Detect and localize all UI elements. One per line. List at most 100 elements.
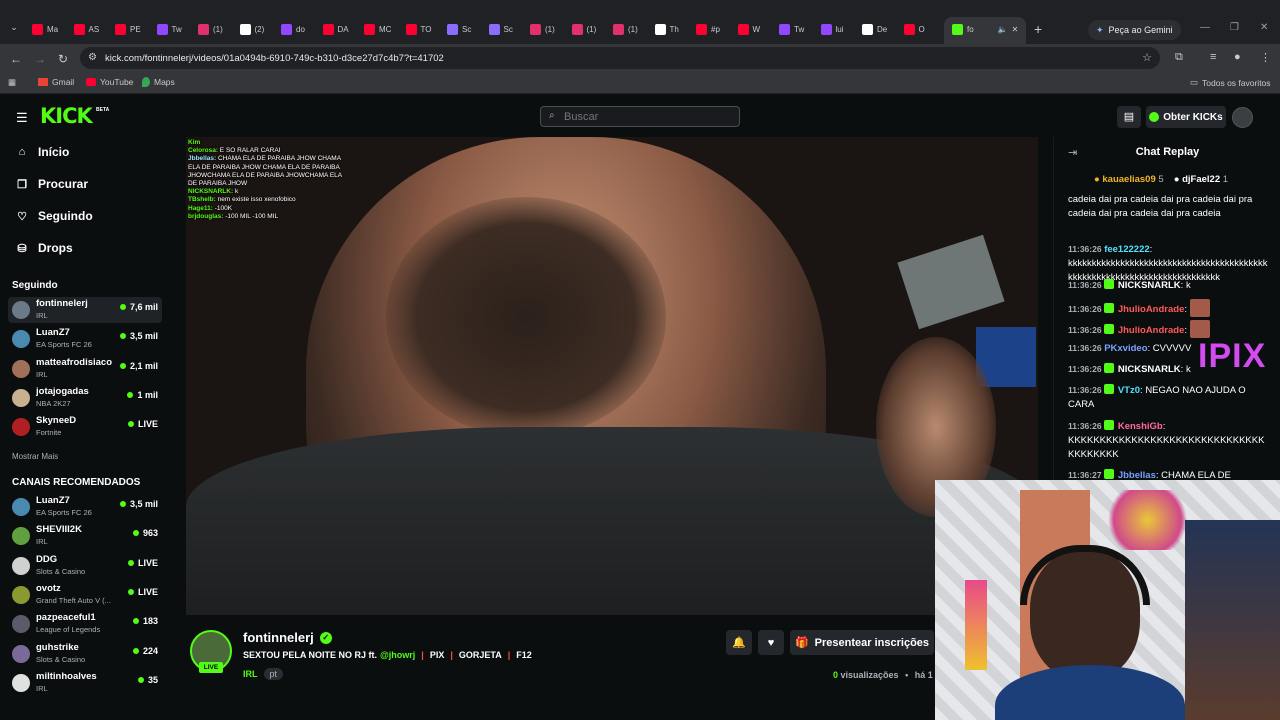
browser-tab[interactable]: (1) <box>530 20 555 38</box>
channel-item[interactable]: LuanZ7 EA Sports FC 26 3,5 mil <box>8 494 162 520</box>
bookmark-maps[interactable]: Maps <box>142 77 175 87</box>
browser-tab[interactable]: MC <box>364 20 391 38</box>
browser-tab[interactable]: (1) <box>198 20 223 38</box>
active-tab-content[interactable]: fo 🔈 ✕ <box>952 20 1018 38</box>
live-dot-icon <box>127 588 134 595</box>
gemini-button[interactable]: ✦ Peça ao Gemini <box>1088 20 1181 40</box>
browser-tab[interactable]: DA <box>322 20 349 38</box>
browser-tab[interactable]: W <box>737 20 760 38</box>
channel-item[interactable]: matteafrodisiaco IRL 2,1 mil <box>8 356 162 382</box>
browser-tab[interactable]: (2) <box>239 20 264 38</box>
channel-item[interactable]: pazpeaceful1 League of Legends 183 <box>8 611 162 637</box>
browser-tab[interactable]: Sc <box>447 20 471 38</box>
chat-username[interactable]: fee122222 <box>1104 244 1149 255</box>
channel-item[interactable]: SHEVIII2K IRL 963 <box>8 523 162 549</box>
browser-tab[interactable]: AS <box>73 20 99 38</box>
maximize-icon[interactable]: ❐ <box>1230 22 1239 33</box>
stream-title-mention[interactable]: @jhowrj <box>380 650 415 660</box>
bookmark-gmail[interactable]: Gmail <box>38 77 74 87</box>
theater-mode-button[interactable]: ▤ <box>1117 106 1141 128</box>
browser-tab[interactable]: #p <box>696 20 720 38</box>
category-tag[interactable]: IRL <box>243 669 258 679</box>
menu-icon[interactable]: ⋮ <box>1260 51 1271 64</box>
minimize-icon[interactable]: — <box>1200 22 1210 33</box>
chat-username[interactable]: JhulioAndrade <box>1118 304 1185 315</box>
forward-icon[interactable]: → <box>34 52 46 66</box>
search-input[interactable] <box>564 109 734 124</box>
browser-tab[interactable]: Ma <box>32 20 58 38</box>
hamburger-menu-icon[interactable]: ☰ <box>16 110 28 126</box>
channel-item[interactable]: LuanZ7 EA Sports FC 26 3,5 mil <box>8 326 162 352</box>
live-dot-icon <box>132 647 139 654</box>
browser-tab[interactable]: (1) <box>613 20 638 38</box>
language-tag[interactable]: pt <box>263 668 284 680</box>
gifter-count: 5 <box>1158 174 1164 185</box>
browser-tab[interactable]: (1) <box>571 20 596 38</box>
streamer-name[interactable]: fontinnelerj <box>243 630 314 645</box>
follow-heart-button[interactable]: ♥ <box>758 630 784 655</box>
bookmark-star-icon[interactable]: ☆ <box>1142 51 1152 64</box>
sidebar-nav-drops[interactable]: ⛁ Drops <box>16 241 72 255</box>
profile-icon[interactable]: ● <box>1234 51 1241 63</box>
gifter-2[interactable]: ● djFael22 1 <box>1174 174 1228 185</box>
tab-label: Sc <box>462 24 472 34</box>
browser-tab[interactable]: Tw <box>156 20 182 38</box>
chat-username[interactable]: JhulioAndrade <box>1118 325 1185 336</box>
chat-username[interactable]: KenshiGb <box>1118 421 1163 432</box>
apps-icon[interactable]: ▦ <box>8 77 16 88</box>
reload-icon[interactable]: ↻ <box>58 52 68 66</box>
title-separator: | <box>421 650 424 660</box>
channel-item[interactable]: fontinnelerj IRL 7,6 mil <box>8 297 162 323</box>
browser-tab[interactable]: do <box>281 20 305 38</box>
channel-item[interactable]: DDG Slots & Casino LIVE <box>8 553 162 579</box>
channel-item[interactable]: ovotz Grand Theft Auto V (... LIVE <box>8 582 162 608</box>
sidebar-nav-procurar[interactable]: ❐ Procurar <box>16 177 88 191</box>
site-info-icon[interactable]: ⚙ <box>88 52 97 63</box>
new-tab-button[interactable]: + <box>1034 21 1042 37</box>
audio-icon[interactable]: 🔈 <box>998 25 1008 34</box>
channel-item[interactable]: guhstrike Slots & Casino 224 <box>8 641 162 667</box>
extensions-icon[interactable]: ⧉ <box>1175 51 1183 64</box>
chat-badge-icon <box>1104 420 1115 430</box>
channel-item[interactable]: SkyneeD Fortnite LIVE <box>8 414 162 440</box>
live-dot-icon <box>119 362 126 369</box>
chat-message: 11:36:26 KenshiGb: KKKKKKKKKKKKKKKKKKKKK… <box>1068 420 1265 460</box>
browser-tab[interactable]: PE <box>115 20 141 38</box>
channel-item[interactable]: jotajogadas NBA 2K27 1 mil <box>8 385 162 411</box>
channel-item[interactable]: miltinhoalves IRL 35 <box>8 670 162 696</box>
tab-search-dropdown-icon[interactable]: ⌄ <box>6 22 22 36</box>
gift-subs-button[interactable]: 🎁 Presentear inscrições <box>790 630 934 655</box>
chat-username[interactable]: NICKSNARLK <box>1118 364 1181 375</box>
browser-tab[interactable]: TO <box>405 20 431 38</box>
close-window-icon[interactable]: ✕ <box>1260 22 1268 33</box>
chat-username[interactable]: PKxvideo <box>1104 343 1147 354</box>
bookmark-youtube[interactable]: YouTube <box>86 77 133 87</box>
search-box[interactable]: ⌕ <box>540 106 740 127</box>
channel-viewers: LIVE <box>127 419 158 429</box>
browser-tab[interactable]: lui <box>820 20 844 38</box>
verified-icon: ✓ <box>319 631 332 644</box>
close-tab-icon[interactable]: ✕ <box>1012 25 1019 34</box>
user-avatar[interactable] <box>1232 107 1253 128</box>
chat-username[interactable]: NICKSNARLK <box>1118 280 1181 291</box>
chat-username[interactable]: VTz0 <box>1118 385 1140 396</box>
back-icon[interactable]: ← <box>10 52 22 66</box>
browser-tab[interactable]: De <box>862 20 887 38</box>
show-more-link[interactable]: Mostrar Mais <box>12 452 58 461</box>
video-player[interactable]: Kim Celorosa: E SO RALAR CARAI Jbbellas: … <box>186 137 1038 615</box>
browser-tab[interactable]: Sc <box>488 20 513 38</box>
all-favorites[interactable]: ▭ Todos os favoritos <box>1190 77 1271 88</box>
sidebar-nav-incio[interactable]: ⌂ Início <box>16 145 70 159</box>
browser-tab[interactable]: Tw <box>779 20 804 38</box>
get-kicks-button[interactable]: Obter KICKs <box>1146 106 1226 128</box>
browser-tab[interactable]: O <box>903 20 925 38</box>
gifter-1[interactable]: ● kauaelias09 5 <box>1094 174 1164 185</box>
browser-tab[interactable]: Th <box>654 20 679 38</box>
notification-bell-button[interactable]: 🔔 <box>726 630 752 655</box>
omnibox[interactable]: ⚙ kick.com/fontinnelerj/videos/01a0494b-… <box>80 47 1160 69</box>
media-control-icon[interactable]: ≡ <box>1210 51 1216 63</box>
kick-logo[interactable]: KICK <box>40 104 93 128</box>
tab-label: #p <box>711 24 720 34</box>
sidebar-nav-seguindo[interactable]: ♡ Seguindo <box>16 209 93 223</box>
url-text[interactable]: kick.com/fontinnelerj/videos/01a0494b-69… <box>105 53 444 64</box>
